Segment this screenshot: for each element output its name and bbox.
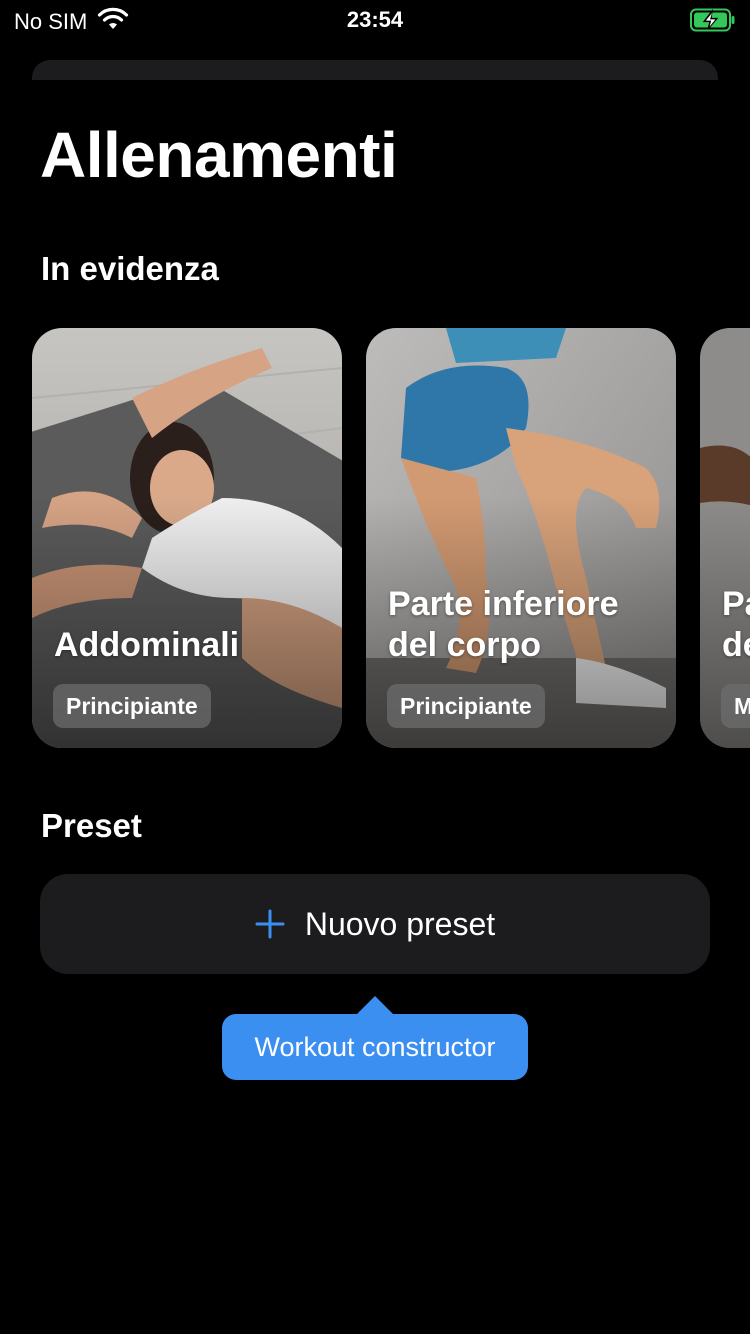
plus-icon — [255, 909, 285, 939]
workout-card-partial[interactable]: Pa de M — [700, 328, 750, 748]
tooltip-arrow — [357, 996, 393, 1014]
level-badge: Principiante — [53, 684, 211, 728]
card-title: Pa de — [722, 585, 750, 664]
status-time: 23:54 — [346, 7, 404, 32]
new-preset-label: Nuovo preset — [304, 905, 496, 942]
preset-section-title: Preset — [41, 807, 142, 844]
card-title: Addominali — [54, 626, 240, 664]
battery-charging-icon — [690, 8, 736, 37]
workout-card-lower-body[interactable]: Parte inferiore del corpo Principiante — [366, 328, 676, 748]
status-bar: No SIM 23:54 — [0, 0, 750, 40]
card-title: Parte inferiore del corpo — [388, 585, 619, 664]
workout-card-addominali[interactable]: Addominali Principiante — [32, 328, 342, 748]
level-badge: M — [721, 684, 750, 728]
sheet-top-edge — [32, 60, 718, 80]
featured-carousel[interactable]: Addominali Principiante Parte inferiore … — [0, 328, 750, 748]
workout-constructor-tooltip[interactable]: Workout constructor — [222, 1014, 528, 1080]
featured-section-title: In evidenza — [41, 250, 219, 287]
new-preset-button[interactable]: Nuovo preset — [40, 874, 710, 974]
level-badge: Principiante — [387, 684, 545, 728]
page-title: Allenamenti — [40, 119, 398, 191]
